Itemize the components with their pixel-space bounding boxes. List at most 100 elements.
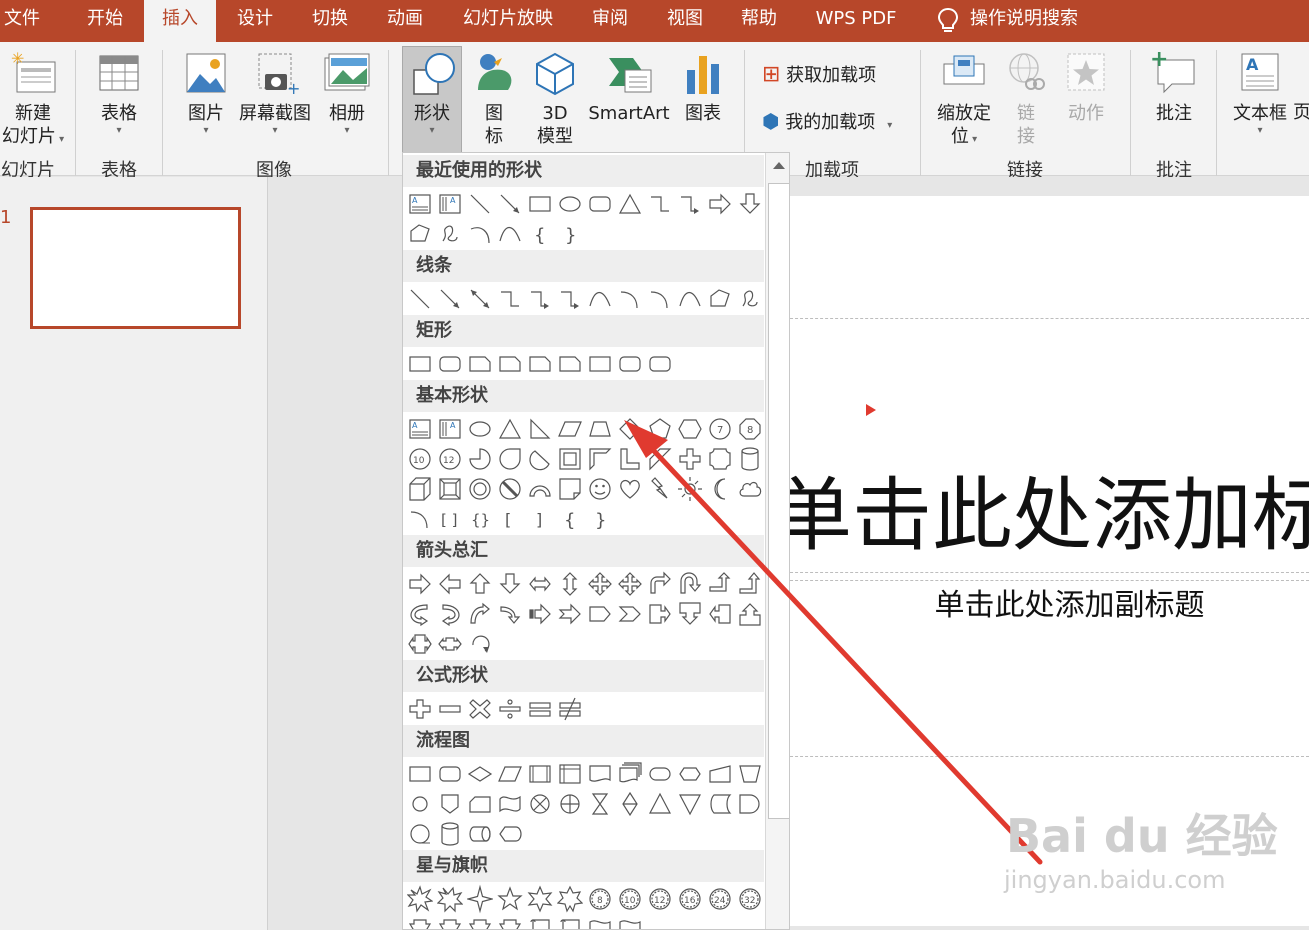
new-slide-button[interactable]: ✳ 新建 幻灯片 ▾ [0,50,66,151]
shape-heart-icon[interactable] [617,474,643,504]
shape-f-direct-icon[interactable] [467,819,493,849]
comment-button[interactable]: + 批注 [1146,50,1202,125]
shape-dbrace-icon[interactable]: {} [467,504,493,534]
shape-blockarc-icon[interactable] [527,474,553,504]
shape-arrowline-icon[interactable] [437,284,463,314]
shape-txt-icon[interactable]: A [407,189,433,219]
shape-diamond-icon[interactable] [617,414,643,444]
shape-arc-l-icon[interactable] [407,504,433,534]
shape-moon-icon[interactable] [707,474,733,504]
shape-rarrow-icon[interactable] [407,569,433,599]
title-placeholder[interactable]: 单击此处添加标 [772,466,1309,566]
shape-rrect-icon[interactable] [437,349,463,379]
shape-rect-icon[interactable] [527,189,553,219]
shape-scroll-icon[interactable] [557,914,583,930]
shape-plaque-icon[interactable] [707,444,733,474]
shape-rcallout-icon[interactable] [647,599,673,629]
scroll-up-arrow-icon[interactable] [766,153,790,179]
shape-darrow-icon[interactable] [497,569,523,599]
shape-can-icon[interactable] [737,444,763,474]
action-button[interactable]: 动作 [1058,50,1114,125]
shape--s12-icon[interactable]: 12 [647,884,673,914]
shape-udarrow-icon[interactable] [557,569,583,599]
shape-chord-icon[interactable] [527,444,553,474]
shape-curve-icon[interactable] [497,219,523,249]
shape-emul-icon[interactable] [467,694,493,724]
shape-fold-icon[interactable] [557,474,583,504]
shape-f-manual-icon[interactable] [707,759,733,789]
shape-ribbon-icon[interactable] [497,914,523,930]
shape-arc-l-icon[interactable] [617,284,643,314]
scrollbar-thumb[interactable] [768,183,789,819]
shape-eplus-icon[interactable] [407,694,433,724]
shape-dodec-icon[interactable]: 12 [437,444,463,474]
shape-rect-icon[interactable] [587,349,613,379]
shape-tri-icon[interactable] [497,414,523,444]
shape-scroll-icon[interactable] [527,914,553,930]
shape-chevron-icon[interactable] [617,599,643,629]
shape-eeq-icon[interactable] [527,694,553,724]
shape-elbowarr-icon[interactable] [557,284,583,314]
shape-curve-icon[interactable] [677,284,703,314]
shape-rtri-icon[interactable] [527,414,553,444]
shape-uturn-icon[interactable] [677,569,703,599]
shape-curv-l-icon[interactable] [437,599,463,629]
shape-snip-icon[interactable] [557,349,583,379]
shape-explo1-icon[interactable] [407,884,433,914]
shape-diagstripe-icon[interactable] [647,444,673,474]
chart-button[interactable]: 图表 [676,50,730,125]
shape-elbowarr-icon[interactable] [677,189,703,219]
shape-ucallout-icon[interactable] [737,599,763,629]
shape-txt-icon[interactable]: A [407,414,433,444]
shape-f-offpage-icon[interactable] [437,789,463,819]
shape-eneq-icon[interactable] [557,694,583,724]
shape-ribbon-icon[interactable] [467,914,493,930]
shape-f-internal-icon[interactable] [557,759,583,789]
get-addins-button[interactable]: ⊞ 获取加载项 [762,62,876,88]
shape-dblarrow-icon[interactable] [467,284,493,314]
shape-tri-icon[interactable] [617,189,643,219]
shape-elbow-icon[interactable] [647,189,673,219]
tell-me-search[interactable]: 操作说明搜索 [970,0,1090,42]
shape-line-icon[interactable] [407,284,433,314]
3d-model-button[interactable]: 3D 模型 [526,50,584,148]
shape-curv-u-icon[interactable] [467,599,493,629]
shape-lbrace-icon[interactable]: { [527,219,553,249]
shape-explo2-icon[interactable] [437,884,463,914]
shape-donut-icon[interactable] [467,474,493,504]
shape-f-conn-icon[interactable] [407,789,433,819]
shape-ribbon-icon[interactable] [437,914,463,930]
shape-rbrace-icon[interactable]: } [557,219,583,249]
shape-curve-icon[interactable] [587,284,613,314]
shape-lbrace-icon[interactable]: { [557,504,583,534]
shape-dcallout-icon[interactable] [677,599,703,629]
table-button[interactable]: 表格 ▾ [90,50,148,137]
shape-rrect-icon[interactable] [587,189,613,219]
shape-f-or-icon[interactable] [557,789,583,819]
shape-f-collate-icon[interactable] [587,789,613,819]
tab-slideshow[interactable]: 幻灯片放映 [458,0,558,42]
shape-vtxt-icon[interactable]: A [437,414,463,444]
shape-free-icon[interactable] [407,219,433,249]
photo-album-button[interactable]: 相册 ▾ [318,50,376,137]
shape-pent-arr-icon[interactable] [587,599,613,629]
shape-darrow-icon[interactable] [737,189,763,219]
shape-rarrow-icon[interactable] [707,189,733,219]
shape-f-mag-icon[interactable] [437,819,463,849]
shape-star6-icon[interactable] [527,884,553,914]
shape--s16-icon[interactable]: 16 [677,884,703,914]
shape-tear-icon[interactable] [497,444,523,474]
shape-cloud-icon[interactable] [737,474,763,504]
shape-scribble-icon[interactable] [437,219,463,249]
shape-vtxt-icon[interactable]: A [437,189,463,219]
shape-f-data-icon[interactable] [497,759,523,789]
shape-curv-r-icon[interactable] [407,599,433,629]
shape-ediv-icon[interactable] [497,694,523,724]
shape-hex-icon[interactable] [677,414,703,444]
shape-lcallout-icon[interactable] [707,599,733,629]
shape-bolt-icon[interactable] [647,474,673,504]
shapes-button[interactable]: 形状 ▾ [402,50,462,137]
shape-f-stored-icon[interactable] [707,789,733,819]
shape-lshape-icon[interactable] [617,444,643,474]
shape-dec-icon[interactable]: 10 [407,444,433,474]
